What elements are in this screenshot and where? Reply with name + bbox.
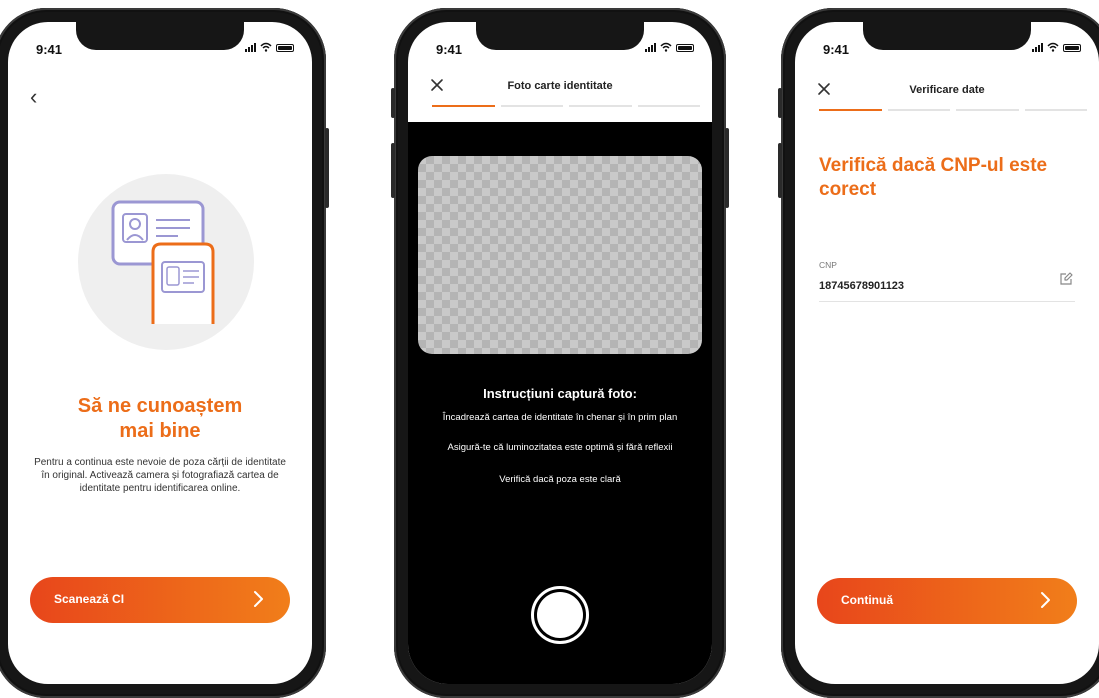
notch	[863, 22, 1031, 50]
status-time: 9:41	[436, 42, 463, 57]
phone-side-button	[325, 128, 329, 208]
notch	[476, 22, 644, 50]
progress-step-1	[432, 105, 495, 107]
screen-verify-data: 9:41 Verificare date Verifică dacă CNP-u…	[795, 22, 1099, 684]
intro-title-line-2: mai bine	[119, 420, 201, 442]
progress-step-3	[956, 109, 1019, 111]
battery-icon	[276, 44, 294, 52]
progress-step-4	[1024, 109, 1087, 111]
system-icons	[1032, 42, 1081, 52]
progress-step-4	[637, 105, 700, 107]
system-icons	[645, 42, 694, 52]
shutter-button[interactable]	[531, 586, 589, 644]
cnp-field-underline	[819, 301, 1075, 302]
signal-icon	[1032, 42, 1043, 52]
close-icon[interactable]	[430, 78, 444, 92]
intro-title: Să ne cunoaștem mai bine	[8, 394, 312, 444]
instruction-2: Asigură-te că luminozitatea este optimă …	[447, 442, 673, 453]
progress-step-2	[887, 109, 950, 111]
phone-frame-1: 9:41 ‹ Să ne cunoaștem mai bine Pentru a…	[0, 8, 329, 698]
scan-id-button[interactable]: Scanează CI	[30, 577, 290, 623]
id-card-illustration	[78, 174, 254, 350]
camera-viewfinder	[418, 156, 702, 354]
instructions-title: Instrucțiuni captură foto:	[483, 386, 637, 401]
wifi-icon	[1047, 42, 1059, 52]
wifi-icon	[660, 42, 672, 52]
id-card-scan-icon	[111, 200, 215, 324]
header-title: Foto carte identitate	[507, 80, 613, 92]
edit-icon[interactable]	[1059, 272, 1073, 286]
progress-steps	[432, 105, 700, 107]
cnp-label: CNP	[819, 260, 837, 270]
close-icon[interactable]	[817, 82, 831, 96]
screen-photo-capture: 9:41 Foto carte identitate Instrucțiuni …	[408, 22, 712, 684]
phone-frame-2: 9:41 Foto carte identitate Instrucțiuni …	[391, 8, 729, 698]
screen-intro: 9:41 ‹ Să ne cunoaștem mai bine Pentru a…	[8, 22, 312, 684]
notch	[76, 22, 244, 50]
chevron-right-icon	[254, 591, 263, 607]
phone-frame-3: 9:41 Verificare date Verifică dacă CNP-u…	[778, 8, 1099, 698]
back-chevron-icon[interactable]: ‹	[30, 84, 37, 110]
intro-description: Pentru a continua este nevoie de poza că…	[34, 457, 286, 494]
status-time: 9:41	[36, 42, 63, 57]
intro-title-line-1: Să ne cunoaștem	[77, 395, 243, 417]
system-icons	[245, 42, 294, 52]
battery-icon	[1063, 44, 1081, 52]
signal-icon	[645, 42, 656, 52]
header-title: Verificare date	[909, 84, 985, 96]
verify-title: Verifică dacă CNP-ul este corect	[819, 155, 1048, 200]
signal-icon	[245, 42, 256, 52]
camera-area: Instrucțiuni captură foto: Încadrează ca…	[408, 122, 712, 684]
chevron-right-icon	[1041, 592, 1050, 608]
progress-step-3	[569, 105, 632, 107]
instruction-3: Verifică dacă poza este clară	[499, 474, 621, 485]
status-time: 9:41	[823, 42, 850, 57]
progress-step-2	[500, 105, 563, 107]
battery-icon	[676, 44, 694, 52]
scan-id-button-label: Scanează CI	[54, 592, 125, 606]
continue-button[interactable]: Continuă	[817, 578, 1077, 624]
instruction-1: Încadrează cartea de identitate în chena…	[442, 412, 678, 423]
progress-step-1	[819, 109, 882, 111]
continue-button-label: Continuă	[841, 593, 893, 607]
progress-steps	[819, 109, 1087, 111]
wifi-icon	[260, 42, 272, 52]
phone-side-button	[725, 128, 729, 208]
cnp-value: 18745678901123	[819, 280, 905, 292]
